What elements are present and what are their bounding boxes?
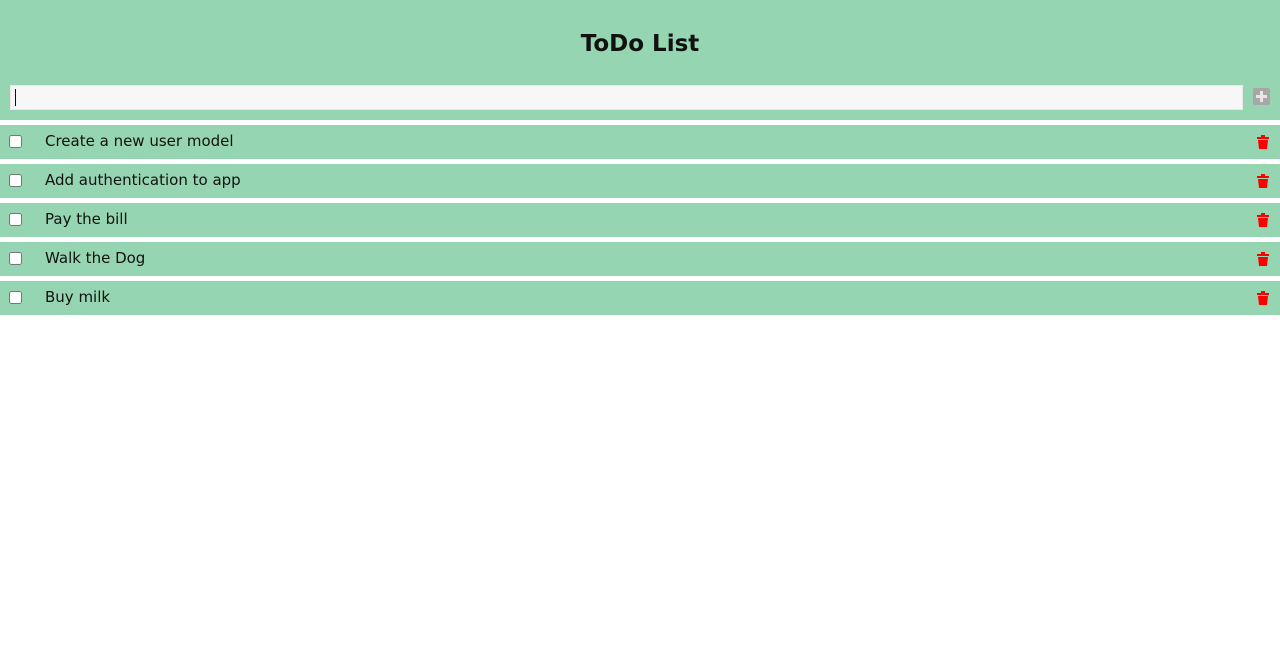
trash-icon xyxy=(1257,213,1269,227)
todo-item: Pay the bill xyxy=(0,203,1280,237)
trash-icon xyxy=(1257,174,1269,188)
delete-todo-button[interactable] xyxy=(1256,174,1270,188)
page-title: ToDo List xyxy=(580,31,700,57)
text-caret xyxy=(15,89,16,106)
todo-item: Add authentication to app xyxy=(0,164,1280,198)
todo-checkbox[interactable] xyxy=(9,174,22,187)
todo-checkbox[interactable] xyxy=(9,135,22,148)
trash-icon xyxy=(1257,252,1269,266)
todo-checkbox[interactable] xyxy=(9,213,22,226)
todo-label: Add authentication to app xyxy=(45,171,241,189)
delete-todo-button[interactable] xyxy=(1256,135,1270,149)
new-task-input[interactable] xyxy=(10,85,1243,110)
todo-label: Create a new user model xyxy=(45,132,234,150)
todo-label: Buy milk xyxy=(45,288,111,306)
add-task-button[interactable] xyxy=(1253,88,1270,105)
plus-icon xyxy=(1256,91,1267,102)
todo-item: Buy milk xyxy=(0,281,1280,315)
todo-checkbox[interactable] xyxy=(9,252,22,265)
delete-todo-button[interactable] xyxy=(1256,291,1270,305)
delete-todo-button[interactable] xyxy=(1256,213,1270,227)
todo-item: Create a new user model xyxy=(0,125,1280,159)
todo-item: Walk the Dog xyxy=(0,242,1280,276)
todo-checkbox[interactable] xyxy=(9,291,22,304)
trash-icon xyxy=(1257,135,1269,149)
header: ToDo List xyxy=(0,0,1280,120)
trash-icon xyxy=(1257,291,1269,305)
delete-todo-button[interactable] xyxy=(1256,252,1270,266)
todo-label: Walk the Dog xyxy=(45,249,146,267)
todo-label: Pay the bill xyxy=(45,210,128,228)
